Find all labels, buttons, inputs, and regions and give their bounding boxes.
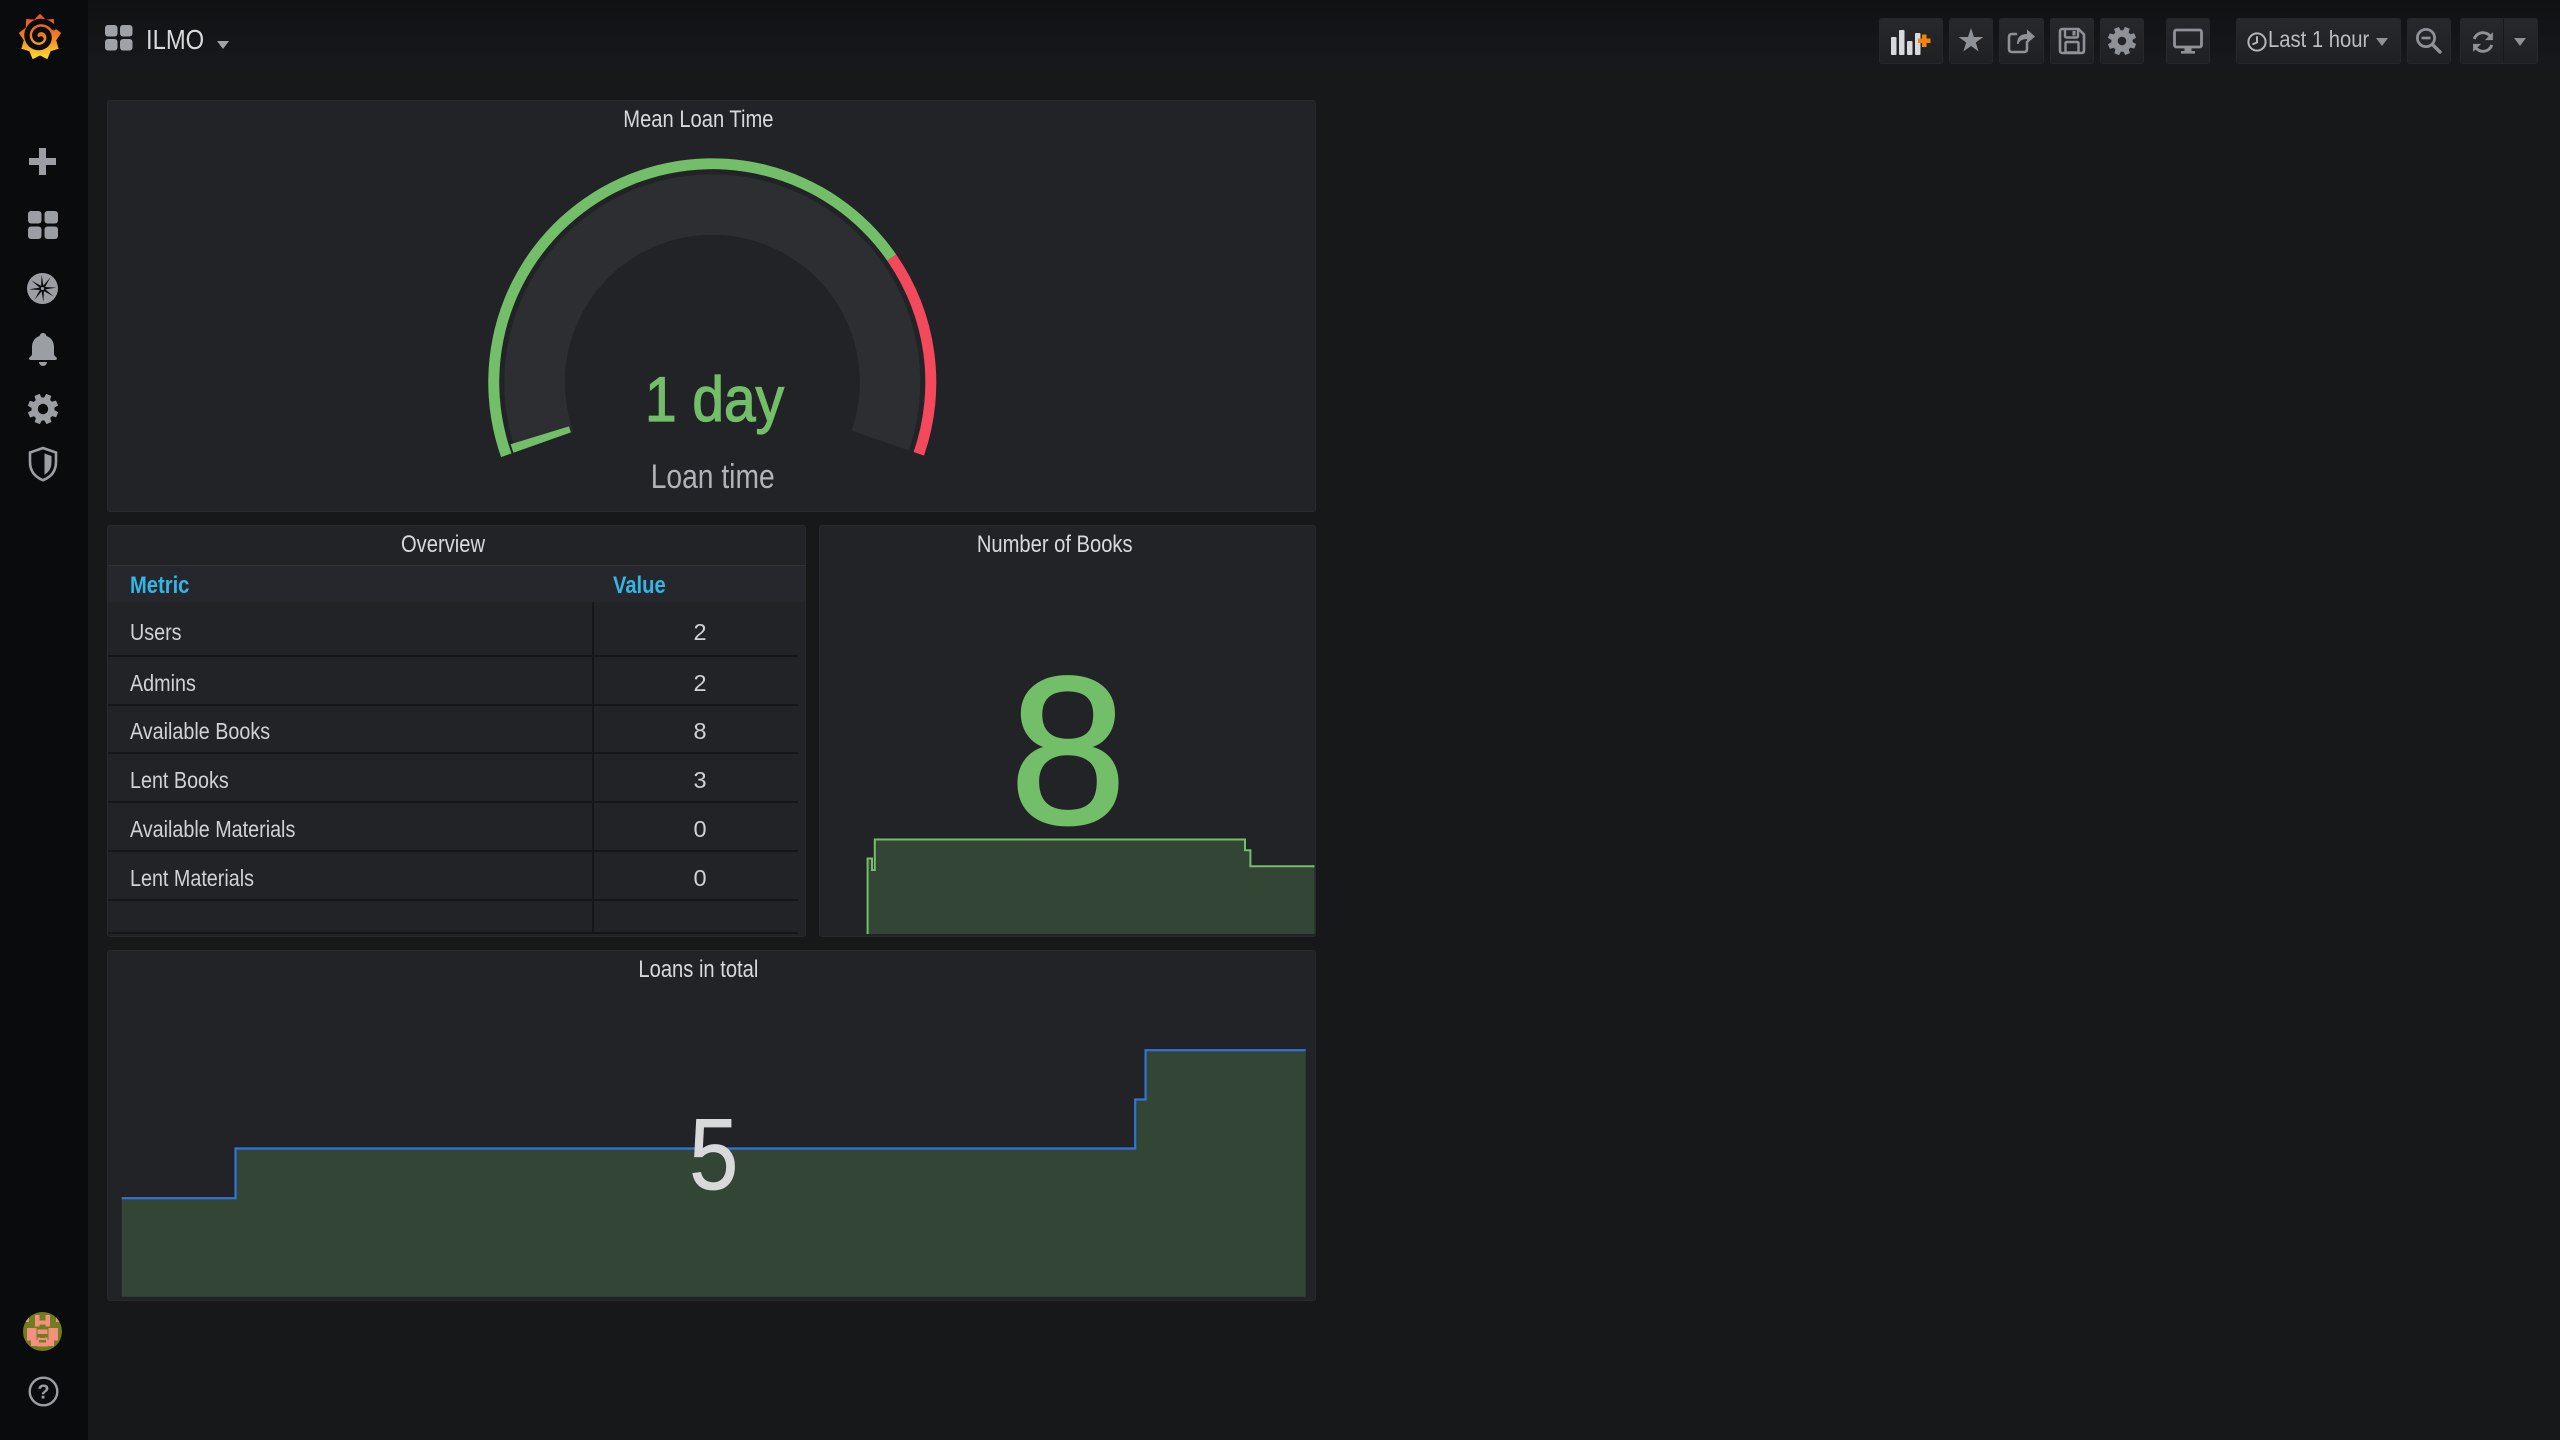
svg-text:8: 8 <box>1010 633 1127 868</box>
svg-text:?: ? <box>37 1382 49 1404</box>
svg-text:Loan time: Loan time <box>651 458 775 496</box>
svg-text:5: 5 <box>689 1099 738 1211</box>
svg-text:1 day: 1 day <box>645 365 784 435</box>
